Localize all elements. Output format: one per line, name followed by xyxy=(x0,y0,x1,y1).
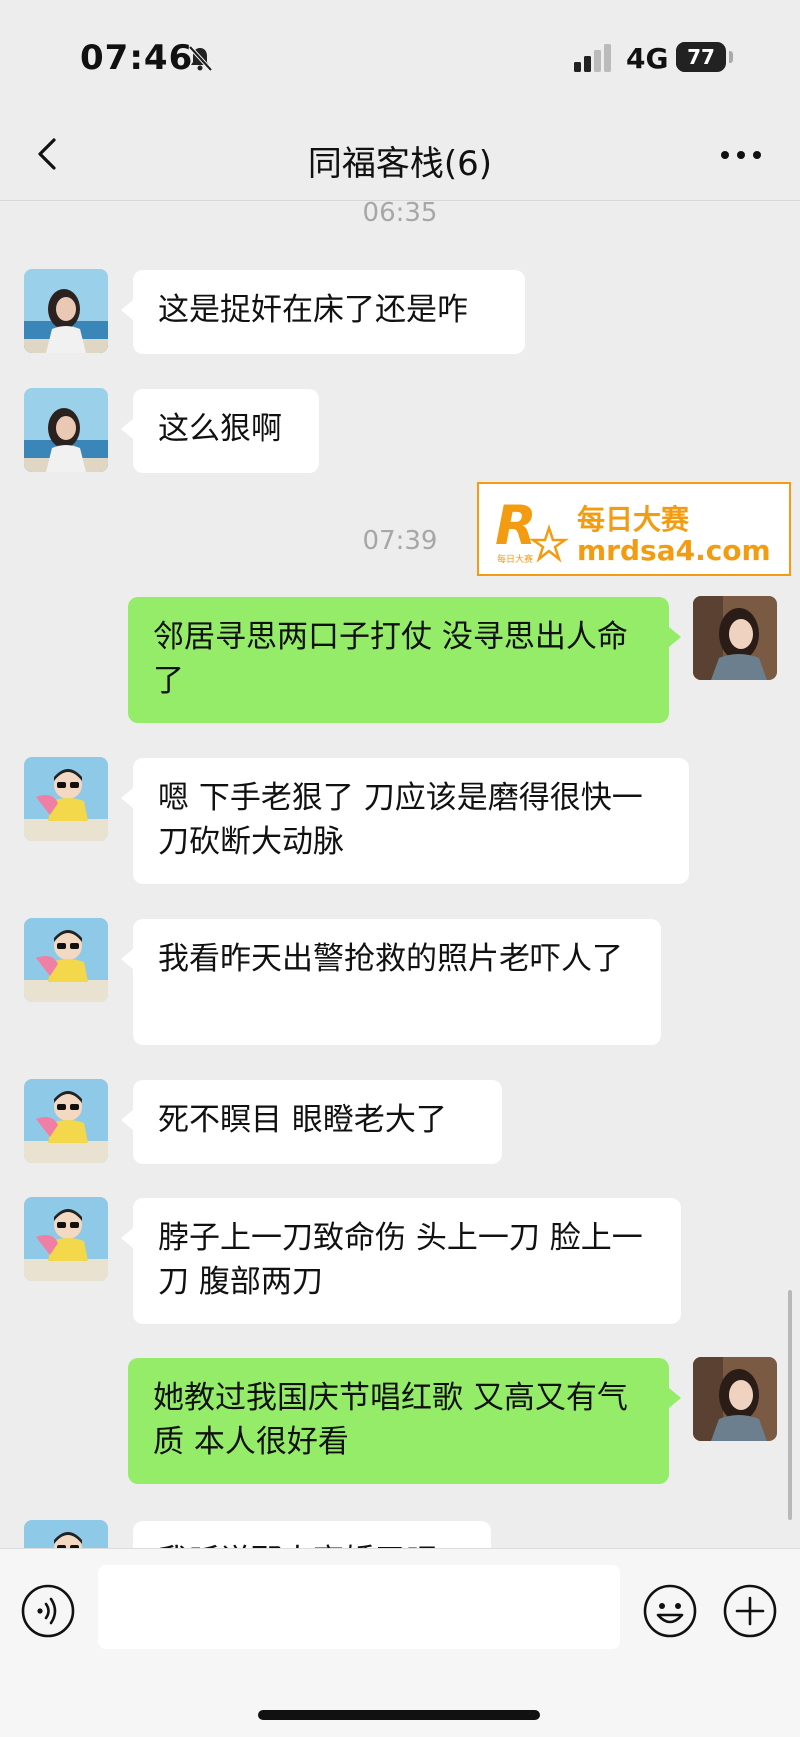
message-bubble[interactable]: 死不瞑目 眼瞪老大了 xyxy=(121,1080,502,1164)
message-bubble[interactable]: 这么狠啊 xyxy=(121,389,319,473)
battery-cap xyxy=(729,51,733,63)
signal-icon xyxy=(574,44,611,72)
chat-title: 同福客栈(6) xyxy=(307,144,493,184)
svg-text:R: R xyxy=(495,494,537,557)
cartoon-girl-avatar[interactable] xyxy=(24,757,108,841)
woman-portrait-avatar[interactable] xyxy=(693,1357,777,1441)
watermark-badge: R 每日大赛 每日大赛 mrdsa4.com xyxy=(477,482,791,576)
message-bubble[interactable]: 嗯 下手老狠了 刀应该是磨得很快一刀砍断大动脉 xyxy=(121,758,689,884)
watermark-title: 每日大赛 xyxy=(577,503,690,536)
message-bubble-outgoing[interactable]: 邻居寻思两口子打仗 没寻思出人命了 xyxy=(128,597,681,723)
plus-icon[interactable] xyxy=(722,1583,778,1639)
message-bubble[interactable]: 脖子上一刀致命伤 头上一刀 脸上一刀 腹部两刀 xyxy=(121,1198,681,1324)
message-timestamp: 06:35 xyxy=(362,198,438,228)
emoji-icon[interactable] xyxy=(642,1583,698,1639)
cartoon-girl-avatar[interactable] xyxy=(24,918,108,1002)
svg-text:每日大赛: 每日大赛 xyxy=(497,553,533,565)
input-bar xyxy=(0,1548,800,1737)
message-bubble[interactable]: 这是捉奸在床了还是咋 xyxy=(121,270,525,354)
cartoon-girl-avatar[interactable] xyxy=(24,1197,108,1281)
cartoon-girl-avatar[interactable] xyxy=(24,1079,108,1163)
watermark-url: mrdsa4.com xyxy=(577,534,771,567)
message-input[interactable] xyxy=(98,1565,620,1649)
chat-header: 同福客栈(6) xyxy=(0,110,800,201)
woman-portrait-avatar[interactable] xyxy=(693,596,777,680)
battery-icon: 77 xyxy=(676,42,726,72)
more-icon[interactable] xyxy=(716,140,766,170)
battery-level: 77 xyxy=(687,45,715,69)
message-bubble[interactable]: 我看昨天出警抢救的照片老吓人了 xyxy=(121,919,661,1045)
watermark-logo: R 每日大赛 xyxy=(495,494,569,565)
woman-beach-avatar[interactable] xyxy=(24,269,108,353)
message-bubble-outgoing[interactable]: 她教过我国庆节唱红歌 又高又有气质 本人很好看 xyxy=(128,1358,681,1484)
status-bar: 07:46 4G 77 xyxy=(0,0,800,110)
home-indicator[interactable] xyxy=(258,1710,540,1720)
woman-beach-avatar[interactable] xyxy=(24,388,108,472)
status-time: 07:46 xyxy=(80,38,194,78)
voice-icon[interactable] xyxy=(20,1583,76,1639)
network-label: 4G xyxy=(626,42,669,75)
scrollbar[interactable] xyxy=(788,1290,792,1520)
bell-muted-icon xyxy=(188,45,213,72)
